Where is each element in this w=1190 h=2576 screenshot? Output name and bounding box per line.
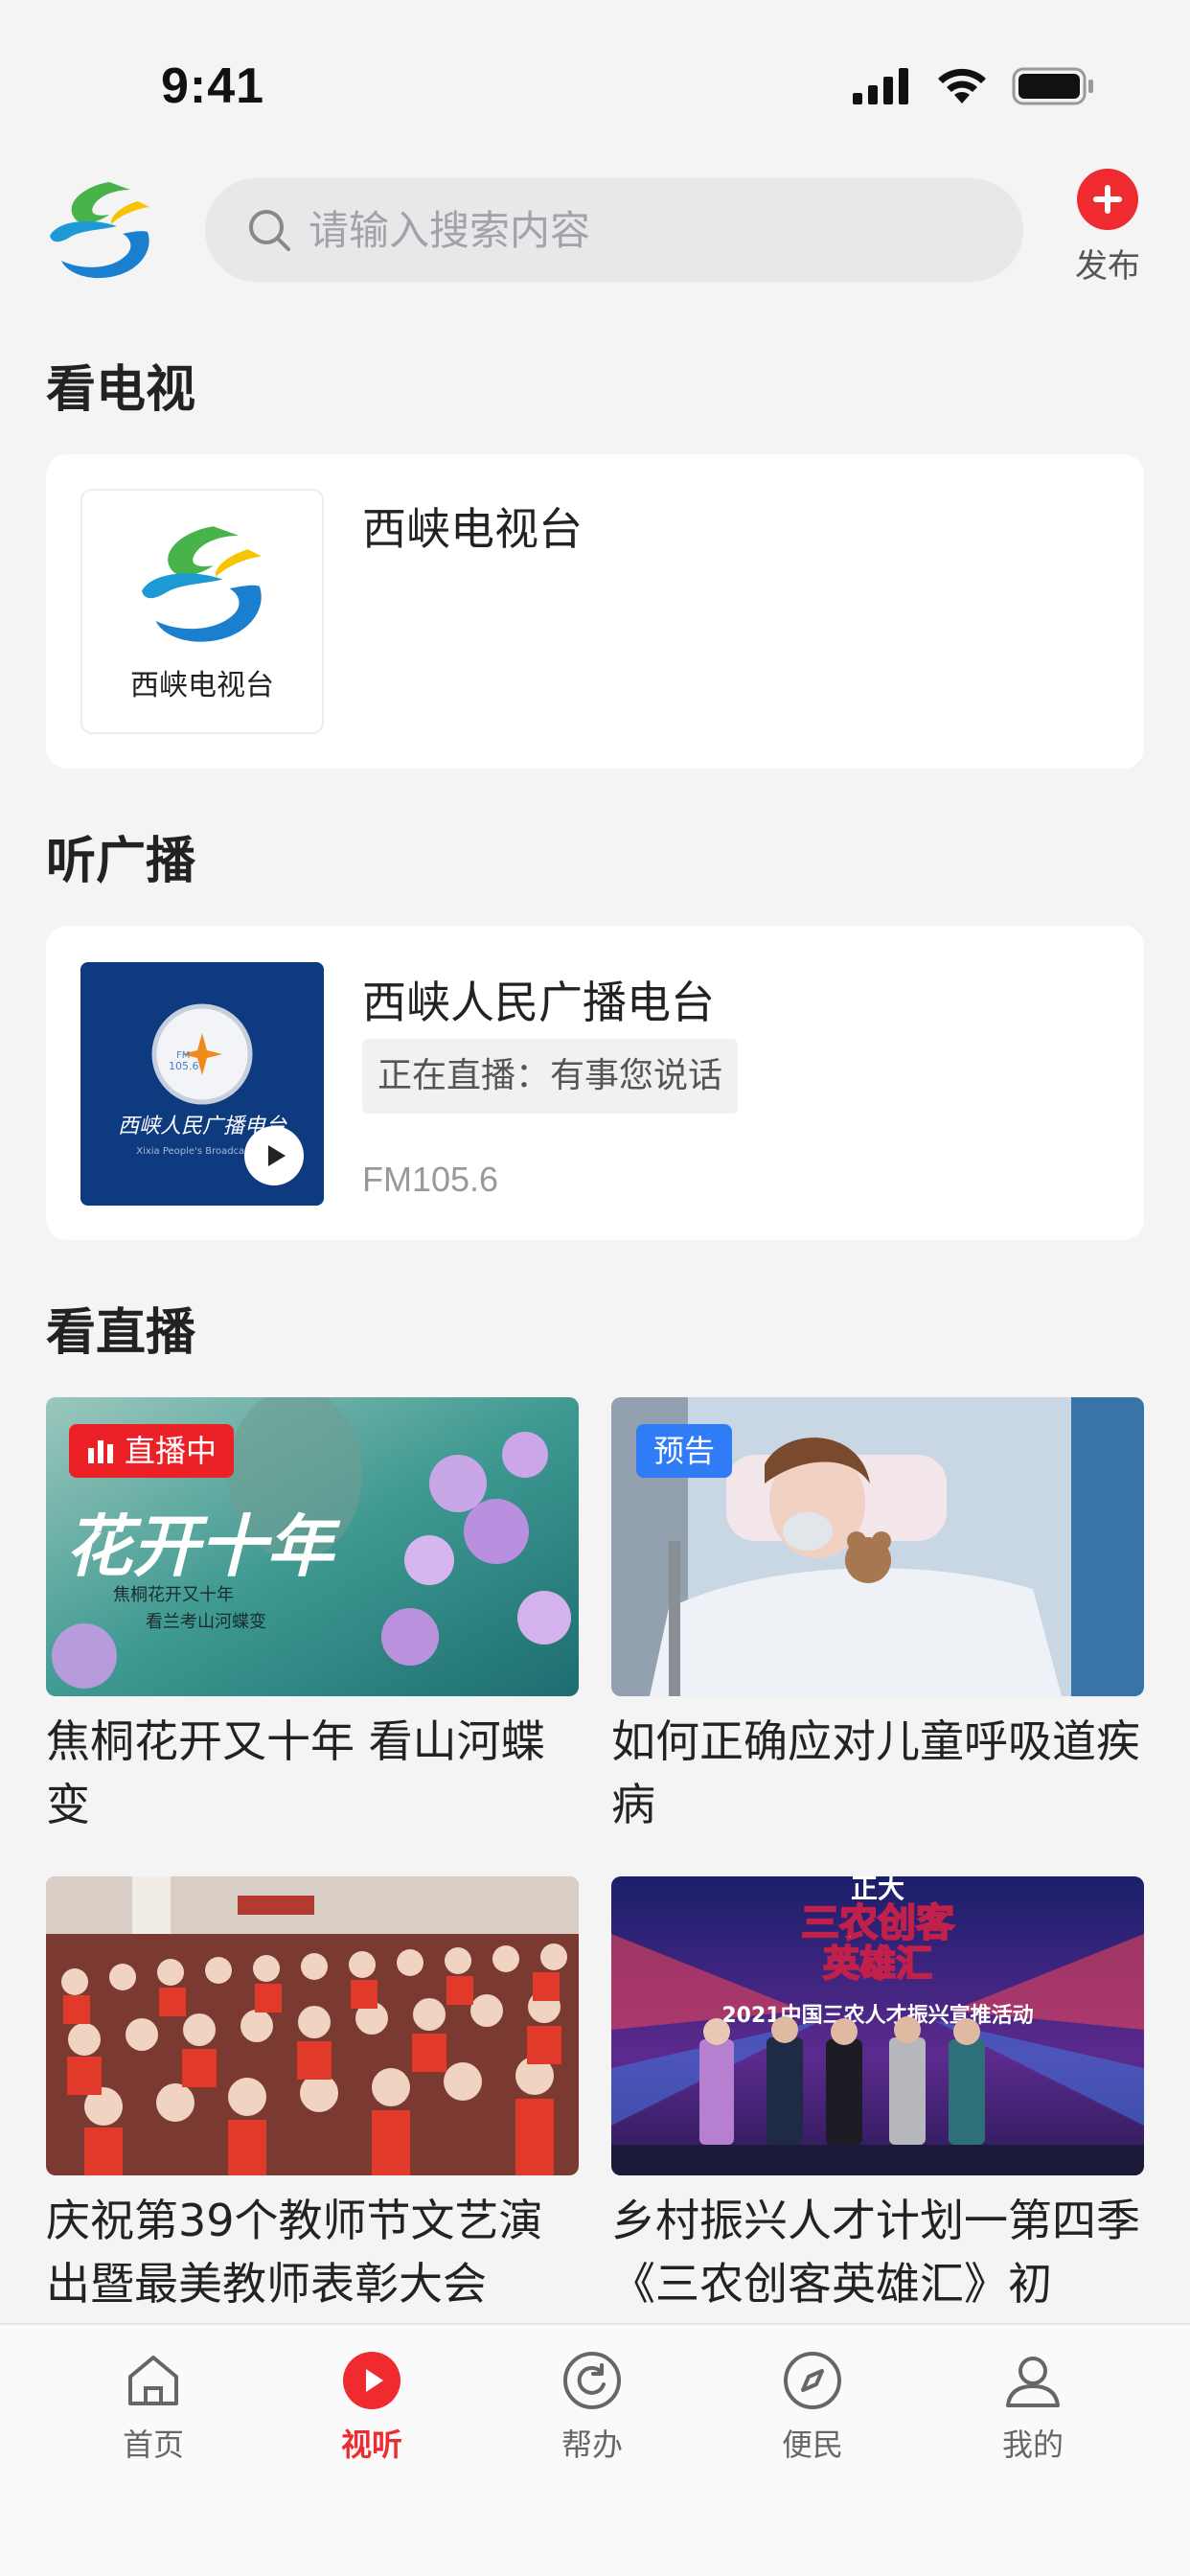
section-title-radio: 听广播 <box>46 833 196 890</box>
wifi-icon <box>938 68 986 104</box>
bottom-tab-bar: 首页 视听 帮办 便民 我的 <box>0 2323 1190 2576</box>
signal-icon <box>853 68 908 104</box>
tab-profile[interactable]: 我的 <box>966 2350 1100 2465</box>
play-icon[interactable] <box>243 1125 305 1186</box>
live-overlay-big: 花开十年 <box>65 1506 341 1586</box>
live-badge: 直播中 <box>69 1424 235 1478</box>
tab-profile-label: 我的 <box>1001 2426 1064 2463</box>
now-playing-tag: 正在直播：有事您说话 <box>362 1039 739 1114</box>
live-item[interactable]: 预告 如何正确应对儿童呼吸道疾病 <box>611 1397 1144 1836</box>
home-icon <box>128 2356 178 2405</box>
header: 发布 <box>0 163 1190 307</box>
user-icon <box>1006 2357 1060 2407</box>
tile4-overlay-big2: 英雄汇 <box>823 1943 932 1985</box>
live-item-title: 焦桐花开又十年 看山河蝶变 <box>46 1715 545 1830</box>
live-thumbnail: 花开十年 焦桐花开又十年 看兰考山河蝶变 直播中 <box>46 1397 579 1696</box>
preview-badge-label: 预告 <box>653 1433 716 1469</box>
live-item[interactable]: 正大 三农创客 英雄汇 2021中国三农人才振兴宣推活动 乡村振兴人才计划一第四… <box>611 1876 1144 2315</box>
tab-home-label: 首页 <box>122 2426 184 2463</box>
radio-station-card[interactable]: FM 105.6 西峡人民广播电台 Xixia People's Broadca… <box>46 926 1144 1240</box>
status-icons <box>853 67 1094 105</box>
refresh-icon <box>563 2352 621 2409</box>
tab-help[interactable]: 帮办 <box>525 2350 659 2465</box>
live-item-title: 庆祝第39个教师节文艺演出暨最美教师表彰大会 <box>46 2195 543 2310</box>
live-bars-icon <box>88 1440 113 1463</box>
compass-icon <box>784 2352 841 2409</box>
tv-station-card[interactable]: 西峡电视台 西峡电视台 <box>46 454 1144 769</box>
radio-station-logo: FM 105.6 西峡人民广播电台 Xixia People's Broadca… <box>80 962 324 1206</box>
section-title-live: 看直播 <box>46 1304 196 1362</box>
section-title-tv: 看电视 <box>46 361 196 419</box>
tile4-overlay-big1: 三农创客 <box>801 1901 954 1945</box>
tab-services-label: 便民 <box>781 2426 843 2463</box>
live-thumbnail-art <box>46 1876 579 2175</box>
status-bar: 9:41 <box>0 0 1190 163</box>
tile4-overlay-sub: 2021中国三农人才振兴宣推活动 <box>721 2003 1033 2028</box>
live-overlay-sub1: 焦桐花开又十年 <box>113 1585 234 1605</box>
live-item-title: 乡村振兴人才计划一第四季《三农创客英雄汇》初 <box>611 2195 1140 2310</box>
plus-icon <box>1077 169 1138 230</box>
tile4-overlay-top: 正大 <box>851 1876 904 1904</box>
publish-button[interactable]: 发布 <box>1071 169 1144 287</box>
live-thumbnail: 预告 <box>611 1397 1144 1696</box>
live-thumbnail-art: 正大 三农创客 英雄汇 2021中国三农人才振兴宣推活动 <box>611 1876 1144 2175</box>
live-thumbnail: 正大 三农创客 英雄汇 2021中国三农人才振兴宣推活动 <box>611 1876 1144 2175</box>
status-time: 9:41 <box>161 58 265 114</box>
app-logo[interactable] <box>42 176 161 289</box>
tv-station-logo: 西峡电视台 <box>80 489 324 734</box>
live-badge-label: 直播中 <box>125 1433 217 1469</box>
svg-text:105.6: 105.6 <box>169 1060 199 1072</box>
radio-frequency: FM105.6 <box>362 1160 499 1199</box>
search-box[interactable] <box>205 178 1023 282</box>
play-icon <box>343 2352 400 2409</box>
radio-station-name: 西峡人民广播电台 <box>362 977 715 1028</box>
live-item[interactable]: 花开十年 焦桐花开又十年 看兰考山河蝶变 直播中 焦桐花开又十年 看山河蝶变 <box>46 1397 579 1836</box>
station-logo-icon <box>142 526 263 642</box>
preview-badge: 预告 <box>636 1424 733 1478</box>
live-item-title: 如何正确应对儿童呼吸道疾病 <box>611 1715 1140 1830</box>
search-input[interactable] <box>309 206 979 254</box>
live-overlay-sub2: 看兰考山河蝶变 <box>146 1612 266 1632</box>
tv-logo-text: 西峡电视台 <box>130 669 274 702</box>
battery-icon <box>1012 67 1093 105</box>
tab-home[interactable]: 首页 <box>86 2350 220 2465</box>
tab-media[interactable]: 视听 <box>305 2350 439 2465</box>
tab-services[interactable]: 便民 <box>745 2350 880 2465</box>
search-icon <box>249 210 290 251</box>
publish-label: 发布 <box>1075 247 1140 286</box>
tab-media-label: 视听 <box>340 2426 402 2463</box>
tv-station-name: 西峡电视台 <box>362 503 583 555</box>
live-item[interactable]: 庆祝第39个教师节文艺演出暨最美教师表彰大会 <box>46 1876 579 2315</box>
live-thumbnail <box>46 1876 579 2175</box>
tab-help-label: 帮办 <box>561 2426 623 2463</box>
